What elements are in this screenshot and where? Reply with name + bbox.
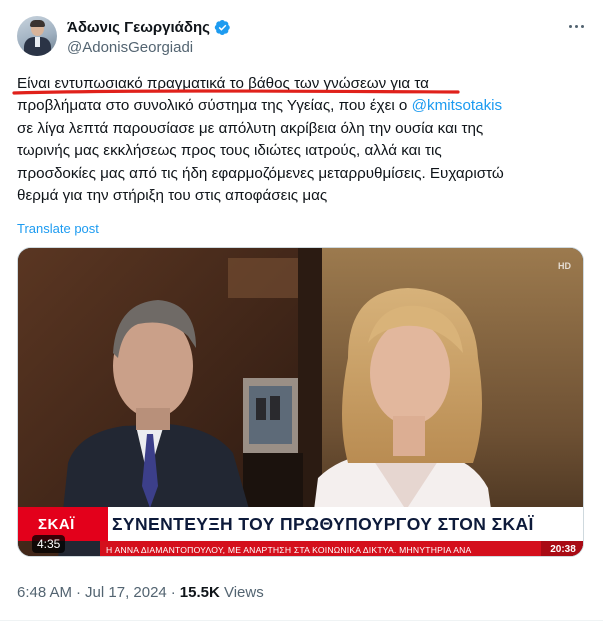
- tweet-text-line-with-mention: προβλήματα στο συνολικό σύστημα της Υγεί…: [17, 95, 589, 117]
- author-name-row: Άδωνις Γεωργιάδης: [67, 17, 231, 37]
- tweet-text-line: Είναι εντυπωσιακό πραγματικά το βάθος τω…: [17, 75, 429, 92]
- post-date[interactable]: Jul 17, 2024: [85, 584, 167, 601]
- post-time[interactable]: 6:48 AM: [17, 584, 72, 601]
- author-handle[interactable]: @AdonisGeorgiadi: [67, 39, 193, 56]
- tweet-text-line: θερμά για την στήριξη του στις αποφάσεις…: [17, 187, 328, 205]
- ticker-clock: 20:38: [541, 541, 583, 556]
- news-headline-bar: ΣΚΑΪ ΣΥΝΕΝΤΕΥΞΗ ΤΟΥ ΠΡΩΘΥΠΟΥΡΓΟΥ ΣΤΟΝ ΣΚ…: [18, 507, 583, 541]
- more-dot-icon: [580, 24, 584, 28]
- meta-separator: ·: [76, 584, 82, 601]
- more-dot-icon: [568, 24, 572, 28]
- avatar[interactable]: [17, 16, 57, 56]
- news-headline: ΣΥΝΕΝΤΕΥΞΗ ΤΟΥ ΠΡΩΘΥΠΟΥΡΓΟΥ ΣΤΟΝ ΣΚΑΪ: [108, 507, 583, 541]
- tweet-text-line: προσδοκίες μας από τις ήδη εφαρμοζόμενες…: [17, 164, 504, 182]
- views-label: Views: [223, 584, 264, 601]
- tweet-text-line: τωρινής μας εκκλήσεως προς τους ιδιώτες …: [17, 142, 442, 160]
- hd-watermark: HD: [558, 261, 571, 271]
- avatar-hair: [30, 20, 45, 27]
- woman-face: [370, 321, 450, 425]
- more-options-button[interactable]: [563, 15, 589, 37]
- avatar-shirt: [35, 37, 40, 47]
- video-player[interactable]: HD ΣΚΑΪ ΣΥΝΕΝΤΕΥΞΗ ΤΟΥ ΠΡΩΘΥΠΟΥΡΓΟΥ ΣΤΟΝ…: [17, 247, 584, 557]
- tweet-text-segment: προβλήματα στο συνολικό σύστημα της Υγεί…: [17, 97, 408, 115]
- divider: [0, 620, 603, 621]
- meta-separator: ·: [170, 584, 176, 601]
- tweet-text: Είναι εντυπωσιακό πραγματικά το βάθος τω…: [17, 73, 589, 207]
- author-display-name[interactable]: Άδωνις Γεωργιάδης: [67, 19, 210, 36]
- mention-link[interactable]: @kmitsotakis: [412, 97, 503, 114]
- tweet-card: Άδωνις Γεωργιάδης @AdonisGeorgiadi Είναι…: [0, 0, 603, 623]
- views-count: 15.5K: [179, 584, 220, 601]
- translate-post-link[interactable]: Translate post: [17, 221, 99, 236]
- ticker-text: Η ΑΝΝΑ ΔΙΑΜΑΝΤΟΠΟΥΛΟΥ, ΜΕ ΑΝΑΡΤΗΣΗ ΣΤΑ Κ…: [106, 544, 472, 555]
- tweet-text-line: σε λίγα λεπτά παρουσίασε με απόλυτη ακρί…: [17, 119, 484, 137]
- verified-badge-icon[interactable]: [214, 19, 231, 36]
- more-dot-icon: [574, 24, 578, 28]
- tweet-metadata: 6:48 AM · Jul 17, 2024 · 15.5K Views: [17, 584, 264, 601]
- video-duration-badge: 4:35: [32, 535, 66, 553]
- news-ticker: Η ΑΝΝΑ ΔΙΑΜΑΝΤΟΠΟΥΛΟΥ, ΜΕ ΑΝΑΡΤΗΣΗ ΣΤΑ Κ…: [100, 541, 583, 556]
